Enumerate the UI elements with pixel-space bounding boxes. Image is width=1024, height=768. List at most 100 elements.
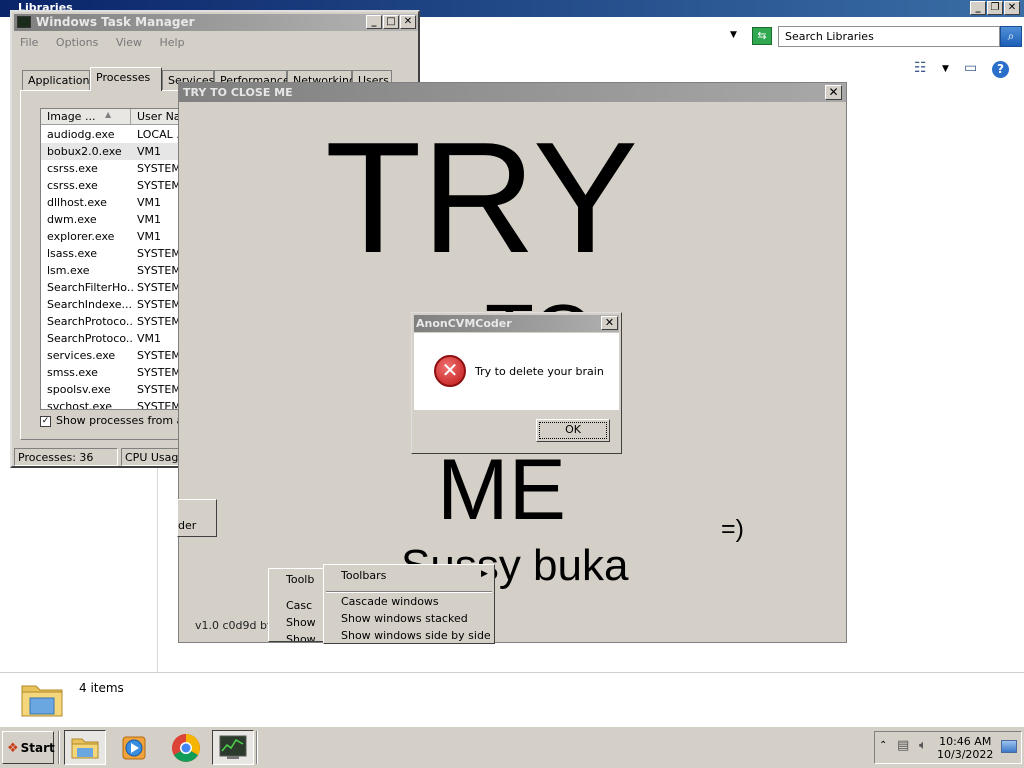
table-row[interactable]: SearchIndexe... SYSTEM [41,296,191,313]
try-window-close-button[interactable]: ✕ [825,85,842,100]
table-row[interactable]: lsm.exe SYSTEM [41,262,191,279]
address-dropdown-icon[interactable]: ▼ [730,30,737,40]
menu-item-cascade-windows[interactable]: Cascade windows [341,595,439,608]
tab-applications[interactable]: Applications [22,70,95,90]
taskbar-context-menu-back: Toolb Casc Show Show [268,568,328,642]
network-icon[interactable]: ▤ [897,738,909,753]
process-user-name: SYSTEM [137,366,181,379]
items-count: 4 items [79,681,124,695]
process-image-name: lsass.exe [47,247,97,260]
process-image-name: smss.exe [47,366,98,379]
process-user-name: SYSTEM [137,349,181,362]
table-row[interactable]: bobux2.0.exe VM1 [41,143,191,160]
taskbar-context-menu: Toolbars ▶ Cascade windows Show windows … [323,564,495,644]
menu-item-toolbars-back[interactable]: Toolb [286,573,314,586]
menu-item-stacked-back[interactable]: Show [286,616,316,629]
table-row[interactable]: SearchProtoco... VM1 [41,330,191,347]
table-row[interactable]: smss.exe SYSTEM [41,364,191,381]
show-hidden-icons-icon[interactable]: ⌃ [879,740,887,751]
table-row[interactable]: csrss.exe SYSTEM [41,177,191,194]
try-window-titlebar[interactable]: TRY TO CLOSE ME ✕ [179,83,846,102]
menu-file[interactable]: File [20,36,38,49]
clock[interactable]: 10:46 AM 10/3/2022 [937,735,993,761]
chrome-icon [172,734,200,762]
process-user-name: SYSTEM [137,383,181,396]
task-manager-menubar: File Options View Help [20,36,199,49]
message-box-titlebar[interactable]: AnonCVMCoder ✕ [414,315,619,332]
process-user-name: SYSTEM [137,247,181,260]
process-image-name: explorer.exe [47,230,115,243]
table-row[interactable]: audiodg.exe LOCAL ... [41,126,191,143]
taskbar-task-manager-button[interactable] [212,730,254,765]
ok-button[interactable]: OK [536,419,610,442]
view-options-icon[interactable]: ☷ [914,60,927,76]
task-manager-titlebar[interactable]: Windows Task Manager _ □ ✕ [14,14,418,31]
preview-pane-icon[interactable]: ▭ [964,60,977,76]
taskbar: ❖ Start ⌃ ▤ 🔈︎ 10:46 AM 10/3/2022 [0,726,1024,768]
column-image-name[interactable]: Image ... ▲ [41,109,131,125]
table-row[interactable]: spoolsv.exe SYSTEM [41,381,191,398]
volume-icon[interactable]: 🔈︎ [919,738,927,753]
close-button[interactable]: ✕ [1004,1,1020,15]
notification-area: ⌃ ▤ 🔈︎ 10:46 AM 10/3/2022 [874,731,1022,764]
table-row[interactable]: dllhost.exe VM1 [41,194,191,211]
process-image-name: spoolsv.exe [47,383,111,396]
error-message-box[interactable]: AnonCVMCoder ✕ ✕ Try to delete your brai… [411,312,622,454]
search-input[interactable]: Search Libraries [778,26,1000,47]
message-box-body: ✕ Try to delete your brain [414,333,619,410]
smiley-text: =) [721,515,744,543]
show-all-processes-checkbox[interactable]: ✓ Show processes from all u [40,414,200,427]
menu-item-side-back[interactable]: Show [286,633,316,641]
task-manager-title: Windows Task Manager [36,15,195,29]
process-list[interactable]: Image ... ▲ User Nam audiodg.exe LOCAL ..… [40,108,192,410]
taskbar-chrome-button[interactable] [164,730,206,765]
table-row[interactable]: explorer.exe VM1 [41,228,191,245]
menu-help[interactable]: Help [159,36,184,49]
menu-item-cascade-back[interactable]: Casc [286,599,312,612]
windows-flag-icon: ❖ [7,741,19,756]
try-window-title: TRY TO CLOSE ME [183,86,293,99]
clock-date: 10/3/2022 [937,748,994,761]
restore-button[interactable]: ❐ [987,1,1003,15]
process-image-name: SearchFilterHo... [47,281,133,294]
search-icon[interactable]: ⌕ [1000,26,1022,47]
partial-button[interactable]: der [177,499,217,537]
message-box-close-button[interactable]: ✕ [601,316,618,330]
tm-maximize-button[interactable]: □ [383,15,399,29]
menu-item-show-stacked[interactable]: Show windows stacked [341,612,468,625]
tm-minimize-button[interactable]: _ [366,15,382,29]
table-row[interactable]: services.exe SYSTEM [41,347,191,364]
process-image-name: csrss.exe [47,179,98,192]
menu-item-toolbars[interactable]: Toolbars [341,569,386,582]
process-image-name: SearchIndexe... [47,298,132,311]
table-row[interactable]: dwm.exe VM1 [41,211,191,228]
task-manager-icon [219,735,247,759]
view-dropdown-icon[interactable]: ▼ [942,64,949,74]
table-row[interactable]: SearchProtoco... SYSTEM [41,313,191,330]
tm-close-button[interactable]: ✕ [400,15,416,29]
start-button[interactable]: ❖ Start [2,731,55,764]
submenu-arrow-icon: ▶ [481,569,488,579]
status-processes-count: Processes: 36 [14,448,118,466]
sort-ascending-icon: ▲ [105,110,112,119]
taskbar-media-player-button[interactable] [114,730,156,765]
menu-options[interactable]: Options [56,36,98,49]
show-desktop-icon[interactable] [1001,740,1017,753]
process-user-name: VM1 [137,196,162,209]
help-icon[interactable]: ? [992,61,1009,78]
taskbar-separator-2 [256,731,258,764]
process-user-name: VM1 [137,213,162,226]
refresh-icon[interactable]: ⇆ [752,27,772,45]
clock-time: 10:46 AM [939,735,992,748]
table-row[interactable]: svchost.exe SYSTEM [41,398,191,409]
menu-item-show-side-by-side[interactable]: Show windows side by side [341,629,491,642]
table-row[interactable]: csrss.exe SYSTEM [41,160,191,177]
checkbox-checked-icon[interactable]: ✓ [40,415,51,427]
table-row[interactable]: SearchFilterHo... SYSTEM [41,279,191,296]
taskbar-explorer-button[interactable] [64,730,106,765]
table-row[interactable]: lsass.exe SYSTEM [41,245,191,262]
menu-separator [326,591,492,593]
tab-processes[interactable]: Processes [90,67,162,91]
minimize-button[interactable]: _ [970,1,986,15]
menu-view[interactable]: View [116,36,142,49]
